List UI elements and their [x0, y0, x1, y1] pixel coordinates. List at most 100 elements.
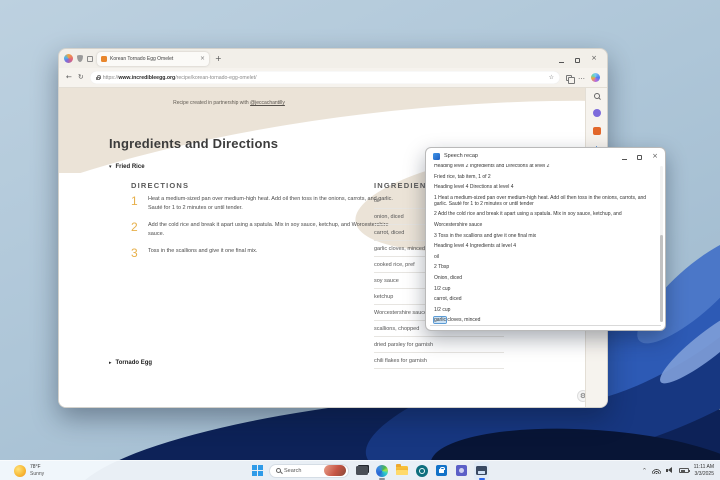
- taskbar-explorer-button[interactable]: [394, 462, 409, 480]
- close-button[interactable]: ×: [652, 153, 658, 160]
- recap-line: 2 Add the cold rice and break it apart u…: [434, 211, 653, 217]
- clock[interactable]: 11:11 AM 3/3/2025: [694, 464, 714, 477]
- tab-strip: Korean Tornado Egg Omelet × + ×: [59, 49, 607, 68]
- window-controls: ×: [559, 50, 601, 68]
- recap-line: Heading level 2 Ingredients and Directio…: [434, 164, 653, 169]
- store-icon: [436, 465, 447, 476]
- caret-right-icon: ▸: [109, 361, 112, 366]
- recap-line: oil: [434, 254, 653, 260]
- speech-recap-app-icon: [433, 153, 440, 160]
- direction-step: 3 Toss in the scallions and give it one …: [131, 247, 393, 259]
- recap-current-line: garlic cloves, minced: [434, 317, 653, 323]
- recap-scrollbar-thumb[interactable]: [660, 235, 663, 322]
- section-toggle-fried-rice[interactable]: ▾ Fried Rice: [109, 164, 145, 170]
- speech-recap-window: Speech recap × Heading level 2 Ingredien…: [425, 147, 666, 331]
- direction-step: 2 Add the cold rice and break it apart u…: [131, 221, 393, 238]
- close-button[interactable]: ×: [591, 55, 597, 62]
- profile-avatar[interactable]: [64, 54, 73, 63]
- sun-icon: [14, 465, 26, 477]
- address-bar[interactable]: https://www.incredibleegg.org/recipe/kor…: [90, 71, 560, 84]
- partnership-link[interactable]: @jeccachantilly: [250, 100, 285, 106]
- minimize-button[interactable]: [622, 147, 627, 165]
- speech-recap-titlebar: Speech recap ×: [426, 148, 665, 164]
- new-tab-button[interactable]: +: [215, 55, 222, 63]
- recap-line: 1/2 cup: [434, 307, 653, 313]
- url-text: https://www.incredibleegg.org/recipe/kor…: [103, 75, 257, 81]
- direction-step: 1 Heat a medium-sized pan over medium-hi…: [131, 195, 393, 212]
- task-view-button[interactable]: [354, 462, 369, 480]
- recap-line: 1 Heat a medium-sized pan over medium-hi…: [434, 195, 653, 207]
- section-toggle-tornado-egg[interactable]: ▸ Tornado Egg: [109, 360, 152, 366]
- collections-icon[interactable]: [566, 75, 572, 81]
- minimize-button[interactable]: [559, 50, 564, 68]
- more-menu-icon[interactable]: …: [578, 74, 585, 81]
- recap-line: Heading level 4 Ingredients at level 4: [434, 243, 653, 249]
- copilot-icon[interactable]: [591, 73, 600, 82]
- taskbar-clock-app-button[interactable]: [414, 462, 429, 480]
- recap-line: 3 Toss in the scallions and give it one …: [434, 233, 653, 239]
- search-daily-image: [324, 465, 346, 476]
- site-favicon: [101, 56, 107, 62]
- taskbar-store-button[interactable]: [434, 462, 449, 480]
- tab-actions-icon[interactable]: [87, 56, 93, 62]
- ingredient-row: dried parsley for garnish: [374, 337, 504, 353]
- recap-line: 2 Tbsp: [434, 264, 653, 270]
- recap-line: carrot, diced: [434, 296, 653, 302]
- step-number: 1: [131, 195, 139, 212]
- tab-close-icon[interactable]: ×: [200, 56, 205, 62]
- taskbar-speech-app-button[interactable]: [474, 462, 489, 480]
- system-tray: ^ 11:11 AM 3/3/2025: [642, 461, 714, 480]
- taskbar-search[interactable]: Search: [269, 464, 349, 478]
- taskbar-teams-button[interactable]: [454, 462, 469, 480]
- battery-icon[interactable]: [679, 468, 689, 473]
- ingredient-row: chili flakes for garnish: [374, 353, 504, 369]
- shield-icon[interactable]: [77, 55, 83, 62]
- sidebar-shopping-icon[interactable]: [593, 127, 601, 135]
- sidebar-drop-icon[interactable]: [593, 109, 601, 117]
- volume-icon[interactable]: [666, 467, 674, 474]
- weather-widget[interactable]: 78°F Sunny: [14, 464, 44, 477]
- tray-chevron-up-icon[interactable]: ^: [642, 469, 646, 474]
- speech-app-icon: [476, 466, 487, 475]
- task-view-icon: [356, 466, 368, 475]
- sidebar-search-icon[interactable]: [594, 93, 600, 99]
- refresh-icon[interactable]: ↻: [78, 74, 84, 81]
- step-number: 3: [131, 247, 139, 259]
- recap-footer-divider: [430, 325, 661, 326]
- teams-icon: [456, 465, 467, 476]
- gear-icon: ⚙: [580, 393, 585, 400]
- step-text: Heat a medium-sized pan over medium-high…: [148, 195, 393, 212]
- caret-down-icon: ▾: [109, 165, 112, 170]
- recap-line: Fried rice, tab item, 1 of 2: [434, 174, 653, 180]
- recap-line: 1/2 cup: [434, 286, 653, 292]
- lock-icon: [96, 77, 100, 81]
- recap-lines: Heading level 2 Ingredients and Directio…: [434, 164, 653, 323]
- recap-line: Onion, diced: [434, 275, 653, 281]
- back-icon[interactable]: ←: [66, 74, 72, 81]
- speech-recap-title: Speech recap: [444, 153, 478, 159]
- taskbar-center: Search: [252, 461, 489, 480]
- recap-scrollbar[interactable]: [660, 166, 663, 322]
- recap-highlighted-word: garlic: [434, 317, 446, 323]
- clock-time: 11:11 AM: [694, 464, 714, 471]
- browser-tab[interactable]: Korean Tornado Egg Omelet ×: [97, 52, 209, 66]
- directions-list: 1 Heat a medium-sized pan over medium-hi…: [131, 195, 393, 268]
- edge-icon: [376, 465, 388, 477]
- speech-recap-window-controls: ×: [622, 147, 658, 165]
- taskbar-edge-button[interactable]: [374, 462, 389, 480]
- wifi-icon[interactable]: [652, 468, 661, 474]
- folder-icon: [396, 466, 408, 475]
- taskbar: 78°F Sunny Search ^ 11:11: [0, 460, 720, 480]
- page-settings-button[interactable]: ⚙: [577, 390, 585, 402]
- step-number: 2: [131, 221, 139, 238]
- step-text: Toss in the scallions and give it one fi…: [148, 247, 257, 259]
- favorites-star-icon[interactable]: ☆: [549, 74, 554, 81]
- weather-condition: Sunny: [30, 471, 44, 477]
- page-title: Ingredients and Directions: [109, 136, 278, 151]
- start-button[interactable]: [252, 465, 264, 477]
- maximize-button[interactable]: [637, 147, 642, 165]
- desktop: Korean Tornado Egg Omelet × + × ← ↻ http…: [0, 0, 720, 480]
- tab-title: Korean Tornado Egg Omelet: [110, 56, 197, 62]
- maximize-button[interactable]: [575, 50, 580, 68]
- recap-line: Worcestershire sauce: [434, 222, 653, 228]
